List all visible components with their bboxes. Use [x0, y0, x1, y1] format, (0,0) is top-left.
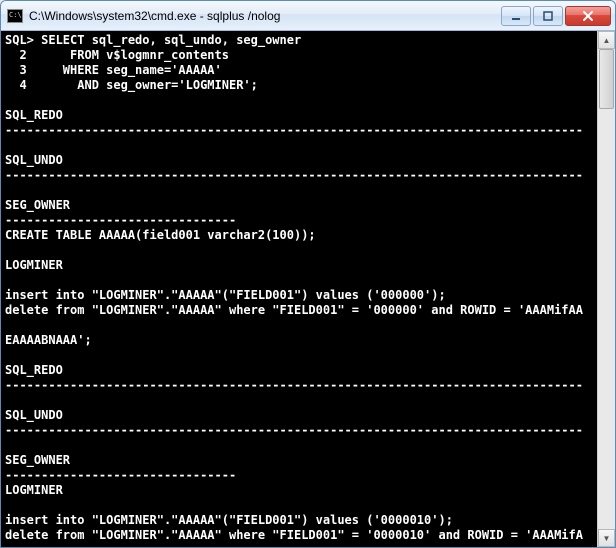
console-line	[5, 273, 593, 288]
console-line: SQL_REDO	[5, 363, 593, 378]
window-title: C:\Windows\system32\cmd.exe - sqlplus /n…	[29, 9, 499, 23]
console-line: delete from "LOGMINER"."AAAAA" where "FI…	[5, 303, 593, 318]
close-button[interactable]	[565, 6, 611, 26]
window-controls	[499, 6, 611, 26]
console-line	[5, 348, 593, 363]
console-line: SQL_REDO	[5, 108, 593, 123]
scroll-track[interactable]	[598, 49, 615, 529]
maximize-button[interactable]	[533, 6, 563, 26]
console-line: SQL_UNDO	[5, 153, 593, 168]
console-line	[5, 498, 593, 513]
console-line: ----------------------------------------…	[5, 423, 593, 438]
console-line: LOGMINER	[5, 258, 593, 273]
console-line: SQL_UNDO	[5, 408, 593, 423]
console-line	[5, 138, 593, 153]
console-line: SEG_OWNER	[5, 453, 593, 468]
console-line: 3 WHERE seg_name='AAAAA'	[5, 63, 593, 78]
console-area: SQL> SELECT sql_redo, sql_undo, seg_owne…	[1, 31, 615, 547]
console-line: ----------------------------------------…	[5, 378, 593, 393]
console-line	[5, 438, 593, 453]
console-line: 2 FROM v$logmnr_contents	[5, 48, 593, 63]
console-line: insert into "LOGMINER"."AAAAA"("FIELD001…	[5, 513, 593, 528]
console-line: SEG_OWNER	[5, 198, 593, 213]
console-line: LOGMINER	[5, 483, 593, 498]
console-line	[5, 393, 593, 408]
console-line: delete from "LOGMINER"."AAAAA" where "FI…	[5, 528, 593, 543]
console-line: --------------------------------	[5, 213, 593, 228]
console-line: --------------------------------	[5, 468, 593, 483]
cmd-icon	[7, 9, 23, 23]
console-line: insert into "LOGMINER"."AAAAA"("FIELD001…	[5, 288, 593, 303]
console-output[interactable]: SQL> SELECT sql_redo, sql_undo, seg_owne…	[1, 31, 597, 547]
console-line: EAAAABNAAA';	[5, 333, 593, 348]
vertical-scrollbar[interactable]: ▲ ▼	[597, 31, 615, 547]
console-line: SQL> SELECT sql_redo, sql_undo, seg_owne…	[5, 33, 593, 48]
titlebar[interactable]: C:\Windows\system32\cmd.exe - sqlplus /n…	[1, 1, 615, 31]
console-line: 4 AND seg_owner='LOGMINER';	[5, 78, 593, 93]
scroll-thumb[interactable]	[599, 49, 614, 109]
console-line	[5, 93, 593, 108]
console-line	[5, 183, 593, 198]
minimize-button[interactable]	[501, 6, 531, 26]
console-line	[5, 243, 593, 258]
application-window: C:\Windows\system32\cmd.exe - sqlplus /n…	[0, 0, 616, 548]
console-line: ----------------------------------------…	[5, 168, 593, 183]
console-line: ----------------------------------------…	[5, 123, 593, 138]
scroll-down-arrow[interactable]: ▼	[598, 529, 615, 547]
scroll-up-arrow[interactable]: ▲	[598, 31, 615, 49]
console-line	[5, 318, 593, 333]
console-line: CREATE TABLE AAAAA(field001 varchar2(100…	[5, 228, 593, 243]
